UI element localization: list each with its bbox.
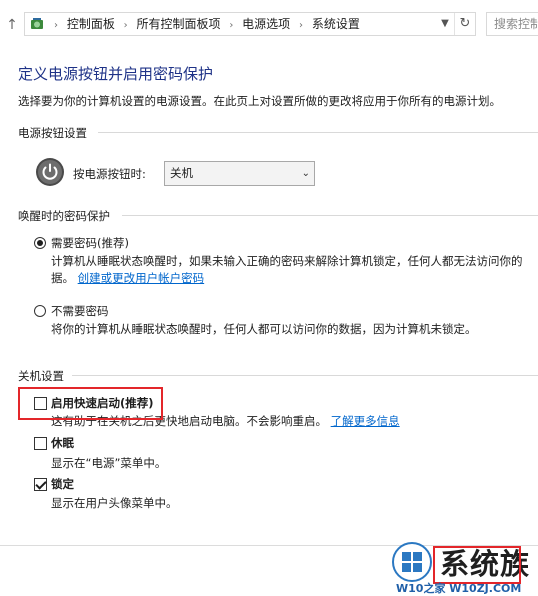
section-heading-power-button: 电源按钮设置	[18, 126, 87, 140]
up-arrow-icon[interactable]: ↑	[4, 16, 20, 34]
power-icon	[36, 158, 64, 186]
breadcrumb-item-system-settings[interactable]: 系统设置	[312, 17, 360, 31]
option-desc-no-password: 将你的计算机从睡眠状态唤醒时，任何人都可以访问你的数据，因为计算机未锁定。	[51, 322, 477, 336]
checkbox-label-hibernate[interactable]: 休眠	[51, 435, 74, 451]
radio-require-password[interactable]	[34, 237, 46, 249]
breadcrumb-separator: ›	[299, 20, 304, 31]
breadcrumb-item-control-panel[interactable]: 控制面板	[67, 17, 115, 31]
option-label-require-password[interactable]: 需要密码(推荐)	[51, 235, 129, 251]
breadcrumb-separator: ›	[229, 20, 234, 31]
page-title: 定义电源按钮并启用密码保护	[18, 65, 214, 83]
windows-logo-icon	[392, 542, 432, 582]
breadcrumb-separator: ›	[123, 20, 128, 31]
power-button-label: 按电源按钮时:	[73, 167, 146, 181]
page-description: 选择要为你的计算机设置的电源设置。在此页上对设置所做的更改将应用于你所有的电源计…	[18, 94, 501, 108]
watermark-url: W10之家 W10ZJ.COM	[396, 582, 522, 595]
checkbox-hibernate[interactable]	[34, 437, 47, 450]
chevron-down-icon: ⌄	[301, 168, 310, 179]
watermark-frame	[433, 546, 521, 584]
breadcrumb-separator: ›	[54, 20, 58, 31]
section-heading-shutdown: 关机设置	[18, 369, 64, 383]
control-panel-icon	[31, 18, 43, 29]
breadcrumb[interactable]: › 控制面板 › 所有控制面板项 › 电源选项 › 系统设置 ▼ ↻	[24, 12, 476, 36]
option-desc-require-password: 计算机从睡眠状态唤醒时，如果未输入正确的密码来解除计算机锁定，任何人都无法访问你…	[51, 254, 523, 268]
option-desc-prefix: 据。	[51, 271, 74, 285]
refresh-icon[interactable]: ↻	[454, 13, 475, 35]
divider	[72, 375, 538, 376]
section-heading-wakeup-password: 唤醒时的密码保护	[18, 209, 110, 223]
power-button-action-value: 关机	[170, 166, 193, 180]
chevron-down-icon[interactable]: ▼	[437, 13, 453, 35]
checkbox-label-lock[interactable]: 锁定	[51, 476, 74, 492]
breadcrumb-path: › 控制面板 › 所有控制面板项 › 电源选项 › 系统设置	[49, 13, 360, 35]
checkbox-desc-hibernate: 显示在“电源”菜单中。	[51, 456, 167, 470]
search-input[interactable]: 搜索控制	[486, 12, 538, 36]
power-button-action-select[interactable]: 关机 ⌄	[164, 161, 315, 186]
checkbox-lock[interactable]	[34, 478, 47, 491]
option-label-no-password[interactable]: 不需要密码	[51, 303, 109, 319]
divider	[98, 132, 538, 133]
divider	[122, 215, 538, 216]
highlight-annotation	[18, 387, 163, 420]
create-change-password-link[interactable]: 创建或更改用户帐户密码	[78, 271, 205, 285]
address-bar: ↑ › 控制面板 › 所有控制面板项 › 电源选项 › 系统设置 ▼ ↻ 搜索控…	[0, 0, 538, 50]
radio-no-password[interactable]	[34, 305, 46, 317]
option-desc-require-password-line2: 据。 创建或更改用户帐户密码	[51, 270, 204, 286]
breadcrumb-item-all-items[interactable]: 所有控制面板项	[137, 17, 221, 31]
learn-more-link[interactable]: 了解更多信息	[331, 414, 400, 428]
checkbox-desc-lock: 显示在用户头像菜单中。	[51, 496, 178, 510]
breadcrumb-item-power-options[interactable]: 电源选项	[242, 17, 290, 31]
